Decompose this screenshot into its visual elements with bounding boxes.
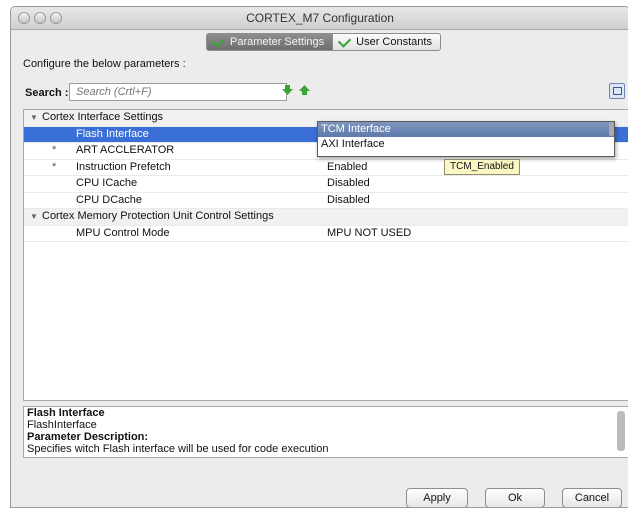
param-name: CPU ICache xyxy=(76,177,138,189)
window-title: CORTEX_M7 Configuration xyxy=(246,11,394,25)
param-name: Flash Interface xyxy=(76,127,149,140)
view-toggle-icon[interactable] xyxy=(609,83,625,99)
collapse-arrow-up-icon[interactable] xyxy=(299,85,310,96)
param-name: CPU DCache xyxy=(76,193,143,206)
required-marker: * xyxy=(52,160,57,173)
expand-arrow-down-icon[interactable] xyxy=(282,85,293,96)
dropdown-option-tcm[interactable]: TCM Interface xyxy=(318,122,614,137)
tree-row-mpu-control-mode[interactable]: MPU Control Mode MPU NOT USED xyxy=(24,226,628,242)
check-icon xyxy=(337,33,352,48)
tab-label: Parameter Settings xyxy=(230,36,325,48)
description-text: Specifies witch Flash interface will be … xyxy=(27,443,329,455)
configure-instruction: Configure the below parameters : xyxy=(23,58,186,70)
tree-row-cpu-dcache[interactable]: CPU DCache Disabled xyxy=(24,193,628,209)
ok-button[interactable]: Ok xyxy=(485,488,545,507)
apply-button[interactable]: Apply xyxy=(406,488,468,507)
tooltip: TCM_Enabled xyxy=(444,159,520,175)
cancel-button[interactable]: Cancel xyxy=(562,488,622,507)
param-name: MPU Control Mode xyxy=(76,226,170,239)
tab-bar: Parameter Settings User Constants xyxy=(206,33,441,51)
pane-splitter[interactable] xyxy=(23,400,628,404)
description-title: Flash Interface xyxy=(27,407,105,419)
description-subtitle: FlashInterface xyxy=(27,419,97,431)
triangle-expanded-icon[interactable]: ▼ xyxy=(30,209,38,225)
param-value[interactable]: Disabled xyxy=(327,176,370,192)
tab-label: User Constants xyxy=(356,36,432,48)
title-bar: CORTEX_M7 Configuration xyxy=(11,7,628,30)
tree-row-instruction-prefetch[interactable]: * Instruction Prefetch Enabled xyxy=(24,160,628,176)
tab-parameter-settings[interactable]: Parameter Settings xyxy=(206,33,334,51)
param-value[interactable]: Disabled xyxy=(327,193,370,209)
flash-interface-dropdown[interactable]: TCM Interface AXI Interface xyxy=(317,121,615,157)
description-scrollbar[interactable] xyxy=(617,411,625,451)
tree-group-cortex-mpu[interactable]: ▼ Cortex Memory Protection Unit Control … xyxy=(24,209,628,226)
tab-user-constants[interactable]: User Constants xyxy=(333,33,441,51)
required-marker: * xyxy=(52,144,57,156)
dropdown-scrollbar[interactable] xyxy=(609,122,614,136)
configuration-window: CORTEX_M7 Configuration Parameter Settin… xyxy=(10,6,628,508)
tree-row-cpu-icache[interactable]: CPU ICache Disabled xyxy=(24,176,628,193)
param-value[interactable]: MPU NOT USED xyxy=(327,226,411,242)
dropdown-option-axi[interactable]: AXI Interface xyxy=(318,137,614,152)
param-value[interactable]: Enabled xyxy=(327,160,367,176)
param-name: ART ACCLERATOR xyxy=(76,144,175,156)
group-label: Cortex Memory Protection Unit Control Se… xyxy=(42,210,274,222)
description-heading: Parameter Description: xyxy=(27,431,149,443)
check-icon xyxy=(211,33,226,48)
param-name: Instruction Prefetch xyxy=(76,160,171,173)
search-input[interactable] xyxy=(69,83,287,101)
group-label: Cortex Interface Settings xyxy=(42,111,164,123)
description-panel: Flash Interface FlashInterface Parameter… xyxy=(23,406,628,458)
search-label: Search : xyxy=(25,87,69,99)
triangle-expanded-icon[interactable]: ▼ xyxy=(30,110,38,126)
